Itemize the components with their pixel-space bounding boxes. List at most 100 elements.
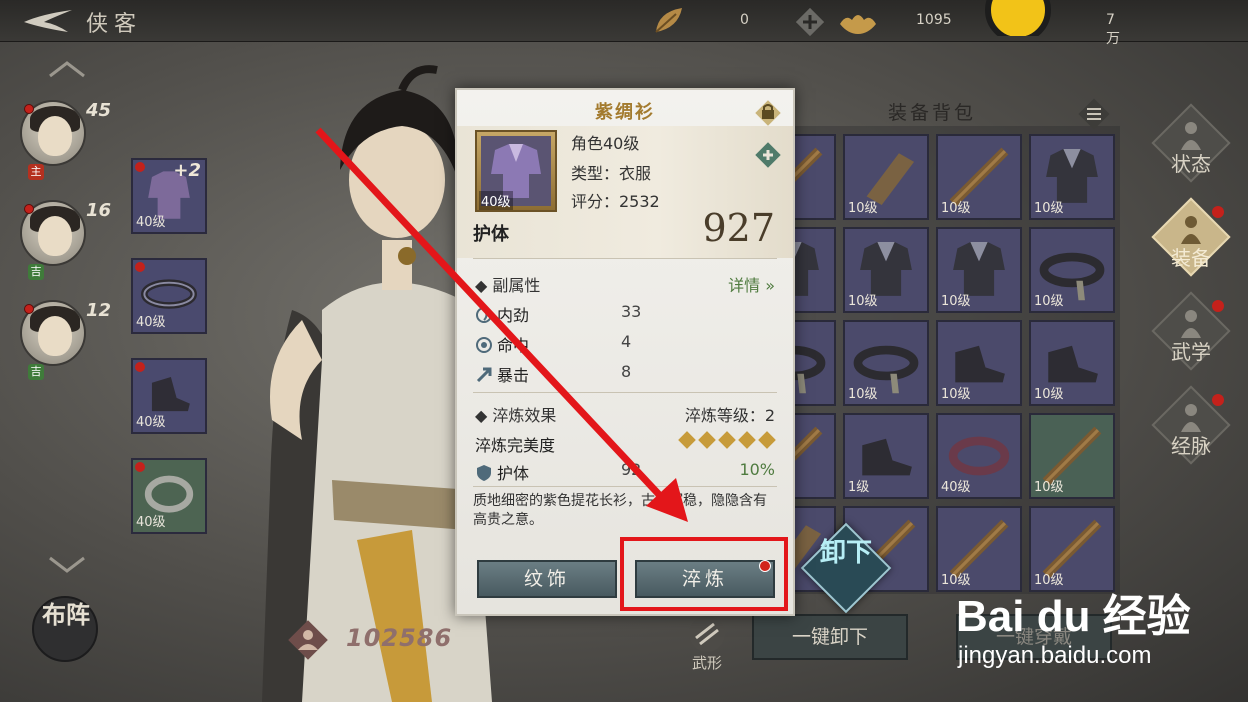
star-icon (738, 431, 756, 449)
item-level: 1级 (848, 480, 870, 495)
nav-tab-label: 状态 (1171, 152, 1211, 176)
nav-tab[interactable]: 武学 (1151, 291, 1231, 371)
bag-item[interactable]: 10级 (1029, 413, 1115, 499)
wuxing-button[interactable]: 武形 (682, 614, 732, 674)
ingot-icon (840, 15, 876, 34)
bag-item[interactable]: 10级 (843, 134, 929, 220)
face (38, 216, 72, 256)
top-bar: 侠客 0 1095 7万 (0, 0, 1248, 47)
divider (473, 258, 777, 259)
wuxing-label: 武形 (691, 654, 722, 672)
equipped-slot-boots[interactable]: 40级 (131, 358, 207, 434)
enhance-level: +2 (173, 160, 201, 181)
notification-dot (24, 304, 34, 314)
shield-icon (477, 465, 491, 481)
sub-attr-name: 命中 (497, 336, 530, 355)
item-level: 10级 (1034, 201, 1064, 216)
bag-item[interactable]: 10级 (936, 134, 1022, 220)
nav-tab-icon (1181, 122, 1201, 150)
notification-dot (1212, 300, 1224, 312)
unequip-button[interactable]: 卸下 (794, 516, 898, 620)
star-icon (698, 431, 716, 449)
annotation-highlight-box (620, 537, 788, 611)
unequip-all-button[interactable]: 一键卸下 (752, 614, 908, 660)
character-tag-2: 吉 (28, 264, 44, 280)
nav-tab[interactable]: 装备 (1151, 197, 1231, 277)
bag-item[interactable]: 1级 (843, 413, 929, 499)
item-level: 10级 (848, 201, 878, 216)
bag-item[interactable]: 40级 (936, 413, 1022, 499)
item-level: 10级 (941, 387, 971, 402)
perfection-label: 淬炼完美度 (475, 436, 556, 455)
refine-effect-title-text: 淬炼效果 (492, 406, 557, 425)
sub-attr-value: 8 (621, 362, 632, 381)
sub-attr-row: 命中 (475, 332, 529, 356)
item-level: 40级 (941, 480, 971, 495)
detail-link[interactable]: 详情 » (728, 272, 775, 296)
bag-sort-icon[interactable] (1076, 96, 1112, 132)
compare-item-icon[interactable] (753, 140, 783, 170)
bag-item[interactable]: 10级 (843, 320, 929, 406)
refine-effect-title: ◆ 淬炼效果 (475, 406, 557, 425)
bag-item[interactable]: 10级 (936, 320, 1022, 406)
combat-power-value: 102586 (346, 624, 453, 652)
bag-item[interactable]: 10级 (1029, 134, 1115, 220)
refine-stat-percent: 10% (739, 460, 775, 479)
sub-attr-row: 暴击 (475, 362, 529, 386)
sub-attr-row: 内劲 (475, 302, 529, 326)
add-currency-icon[interactable] (796, 7, 824, 37)
notification-dot (24, 104, 34, 114)
double-chevron-icon: » (765, 276, 775, 295)
nav-tab-icon (1181, 216, 1201, 244)
item-level: 10级 (1034, 480, 1064, 495)
face (38, 316, 72, 356)
character-tag-1: 主 (28, 164, 44, 180)
nav-tab[interactable]: 经脉 (1151, 385, 1231, 465)
bag-item[interactable]: 10级 (843, 227, 929, 313)
back-arrow-icon[interactable] (22, 8, 74, 34)
sub-attr-value: 4 (621, 332, 632, 351)
crit-icon (476, 367, 492, 383)
main-stat-value: 927 (702, 206, 775, 250)
bag-item[interactable]: 10级 (1029, 320, 1115, 406)
nav-tab-icon (1181, 310, 1201, 338)
swirl-icon (476, 307, 492, 323)
refine-stat-name: 护体 (497, 464, 530, 483)
ingot-currency-value: 1095 (916, 12, 952, 28)
bag-item[interactable]: 10级 (936, 227, 1022, 313)
item-level: 40级 (136, 315, 166, 330)
equipped-slot-bracelet[interactable]: 40级 (131, 458, 207, 534)
item-requirement: 角色40级 (571, 134, 640, 153)
leaf-currency-value: 0 (740, 12, 749, 28)
equipped-slot-robe[interactable]: +2 40级 (131, 158, 207, 234)
refine-level: 淬炼等级：2 (684, 406, 775, 425)
scroll-down-chevron-icon[interactable] (48, 556, 86, 574)
coin-currency-value: 7万 (1106, 12, 1120, 47)
character-level-3: 12 (86, 300, 112, 321)
item-icon-level: 40级 (479, 191, 513, 210)
refine-stat-value: 92 (621, 460, 642, 479)
item-level: 40级 (136, 515, 166, 530)
item-level: 10级 (1034, 294, 1064, 309)
ornament-button[interactable]: 纹饰 (477, 560, 617, 598)
bag-item[interactable]: 10级 (1029, 227, 1115, 313)
sub-attr-title: ◆ 副属性 (475, 276, 541, 295)
scroll-up-chevron-icon[interactable] (48, 60, 86, 78)
star-icon (678, 431, 696, 449)
character-level-1: 45 (86, 100, 112, 121)
star-icon (758, 431, 776, 449)
combat-power-icon (288, 620, 328, 660)
formation-button[interactable]: 布阵 (32, 596, 98, 662)
item-level: 10级 (848, 387, 878, 402)
lock-item-icon[interactable] (753, 98, 783, 128)
notification-dot (135, 362, 145, 372)
nav-tab[interactable]: 状态 (1151, 103, 1231, 183)
watermark-main: Bai du 经验 (956, 592, 1191, 641)
character-level-2: 16 (86, 200, 112, 221)
equipped-slot-belt[interactable]: 40级 (131, 258, 207, 334)
item-level: 10级 (848, 294, 878, 309)
refine-stat: 护体 (475, 460, 529, 484)
face (38, 116, 72, 156)
unequip-label: 卸下 (819, 538, 872, 568)
notification-dot (1212, 206, 1224, 218)
